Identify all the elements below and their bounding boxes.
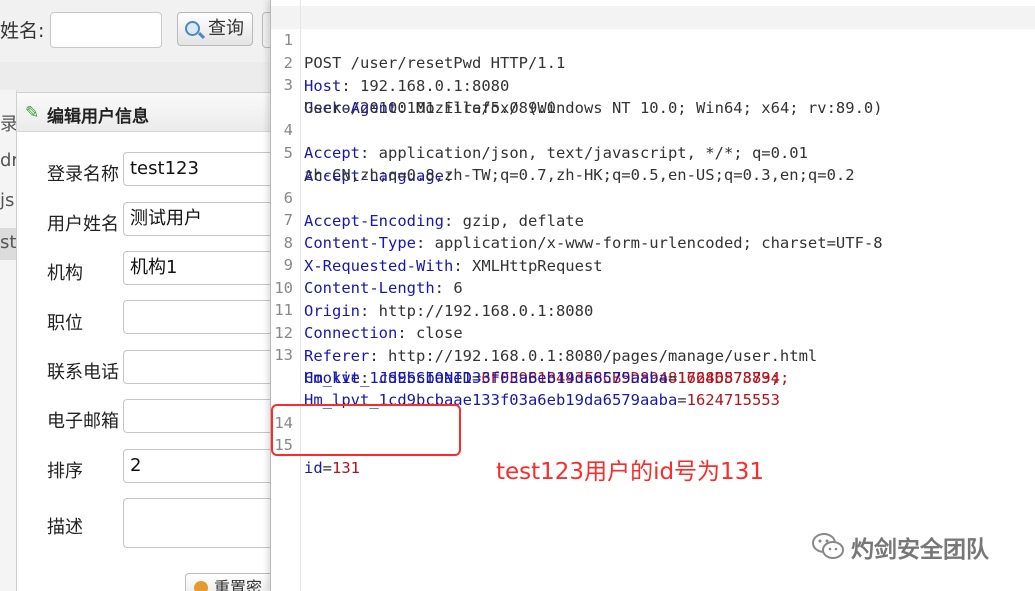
pencil-icon: ✎ — [25, 103, 40, 123]
body-param-name: id — [304, 459, 323, 477]
search-bar: 姓名: 查询 — [0, 0, 270, 62]
description-field[interactable] — [123, 498, 270, 548]
dialog-header: ✎ 编辑用户信息 — [17, 93, 270, 132]
header-value: application/x-www-form-urlencoded; chars… — [434, 234, 883, 252]
user-name-field[interactable]: 测试用户 — [123, 202, 270, 236]
user-grid-partial: 录 dr js st — [0, 90, 17, 591]
email-label: 电子邮箱 — [47, 411, 119, 432]
request-line-9: 9 Content-Length: 6 — [271, 231, 463, 297]
search-icon — [185, 21, 200, 36]
line-content: Connection: close — [304, 324, 463, 342]
grid-cell-fragment: js — [0, 190, 15, 211]
current-line-highlight — [271, 6, 1035, 29]
line-content: Content-Length: 6 — [304, 279, 463, 297]
request-line-1: 1 POST /user/resetPwd HTTP/1.1 — [271, 6, 566, 72]
request-line-8: 8 X-Requested-With: XMLHttpRequest — [271, 209, 603, 275]
header-key: Accept-Encoding — [304, 212, 444, 230]
grid-cell-fragment: dr — [0, 150, 16, 171]
grid-cell-fragment-selected[interactable]: st — [0, 228, 16, 260]
background-app: 姓名: 查询 录 dr js st ✎ 编辑用户信息 登录名称 test123 … — [0, 0, 270, 591]
cookie-value: 1624715553 — [686, 391, 780, 409]
grid-cell-fragment: 录 — [0, 114, 16, 135]
header-value: http://192.168.0.1:8080/pages/manage/use… — [388, 347, 818, 365]
name-label: 姓名: — [0, 20, 45, 42]
request-line-3-wrap: Gecko/20100101 Firefox/89.0 — [271, 74, 556, 117]
position-label: 职位 — [47, 313, 83, 334]
organization-field[interactable]: 机构1 — [123, 251, 270, 285]
header-key: Accept — [304, 144, 360, 162]
name-search-input[interactable] — [50, 12, 162, 48]
header-key: Content-Type — [304, 234, 416, 252]
header-key: Origin — [304, 302, 360, 320]
user-name-label: 用户姓名 — [47, 214, 119, 235]
line-content: id=131 — [304, 459, 361, 477]
request-line-13-wrap-b: Hm_lpvt_1cd9bcbaae133f03a6eb19da6579aaba… — [271, 366, 780, 409]
position-field[interactable] — [123, 300, 270, 334]
login-name-field[interactable]: test123 — [123, 152, 270, 186]
request-line-6: 6 Accept-Encoding: gzip, deflate — [271, 164, 584, 230]
request-line-13: 13 Cookie: JSESSIONID=6FFE9B1B443F8CB5D8… — [271, 321, 789, 387]
line-content: Hm_lvt_1cd9bcbaae133f03a6eb19da6579aaba=… — [304, 369, 780, 387]
header-key: Content-Length — [304, 279, 435, 297]
reset-icon — [194, 581, 208, 591]
request-line-7: 7 Content-Type: application/x-www-form-u… — [271, 186, 883, 252]
header-value: XMLHttpRequest — [471, 257, 603, 275]
toolbar-button-partial[interactable] — [262, 12, 270, 48]
request-line: POST /user/resetPwd HTTP/1.1 — [304, 54, 566, 72]
line-content: zh-CN,zh;q=0.8,zh-TW;q=0.7,zh-HK;q=0.5,e… — [304, 164, 855, 187]
request-line-11: 11 Connection: close — [271, 276, 462, 342]
request-line-13-wrap-a: Hm_lvt_1cd9bcbaae133f03a6eb19da6579aaba=… — [271, 344, 780, 387]
reset-button-label: 重置密 — [214, 578, 263, 591]
query-button[interactable]: 查询 — [177, 12, 253, 46]
header-key: Referer — [304, 347, 370, 365]
header-value: 6 — [453, 279, 463, 297]
line-content: Origin: http://192.168.0.1:8080 — [304, 302, 594, 320]
phone-field[interactable] — [123, 350, 270, 384]
header-key: Host — [304, 77, 342, 95]
line-content: Accept-Encoding: gzip, deflate — [304, 212, 584, 230]
header-key: Connection — [304, 324, 398, 342]
header-value-wrap: zh-CN,zh;q=0.8,zh-TW;q=0.7,zh-HK;q=0.5,e… — [304, 166, 855, 184]
line-content: Gecko/20100101 Firefox/89.0 — [304, 97, 556, 120]
header-key: X-Requested-With — [304, 257, 454, 275]
line-content: POST /user/resetPwd HTTP/1.1 — [304, 52, 565, 75]
annotation-text: test123用户的id号为131 — [496, 459, 764, 485]
cookie-name: Hm_lvt_1cd9bcbaae133f03a6eb19da6579aaba — [304, 369, 668, 387]
request-line-12: 12 Referer: http://192.168.0.1:8080/page… — [271, 299, 817, 365]
request-line-2: 2 Host: 192.168.0.1:8080 — [271, 29, 510, 95]
line-content: Accept: application/json, text/javascrip… — [304, 144, 808, 162]
header-value: application/json, text/javascript, */*; … — [378, 144, 808, 162]
header-value: gzip, deflate — [462, 212, 584, 230]
description-label: 描述 — [47, 517, 83, 538]
reset-password-button[interactable]: 重置密 — [185, 573, 270, 591]
request-line-5-wrap: zh-CN,zh;q=0.8,zh-TW;q=0.7,zh-HK;q=0.5,e… — [271, 141, 855, 184]
line-content: Content-Type: application/x-www-form-url… — [304, 234, 883, 252]
header-value: http://192.168.0.1:8080 — [378, 302, 594, 320]
watermark-text: 灼剑安全团队 — [851, 537, 989, 563]
query-button-label: 查询 — [208, 18, 244, 39]
sort-label: 排序 — [47, 461, 83, 482]
http-request-editor[interactable]: 1 POST /user/resetPwd HTTP/1.1 2 Host: 1… — [270, 0, 1035, 591]
header-value: 192.168.0.1:8080 — [360, 77, 510, 95]
edit-user-dialog: ✎ 编辑用户信息 登录名称 test123 用户姓名 测试用户 机构 机构1 职… — [16, 92, 270, 591]
request-line-3: 3 User-Agent: Mozilla/5.0 (Windows NT 10… — [271, 51, 883, 117]
header-value-wrap: Gecko/20100101 Firefox/89.0 — [304, 99, 556, 117]
request-line-10: 10 Origin: http://192.168.0.1:8080 — [271, 254, 593, 320]
line-content: X-Requested-With: XMLHttpRequest — [304, 257, 603, 275]
request-line-4: 4 Accept: application/json, text/javascr… — [271, 96, 808, 162]
body-param-value: 131 — [332, 459, 361, 477]
dialog-title: 编辑用户信息 — [47, 107, 149, 127]
header-value: close — [416, 324, 463, 342]
wechat-icon — [812, 533, 844, 559]
login-name-label: 登录名称 — [47, 164, 119, 185]
cookie-value: 1624687383; — [677, 369, 780, 387]
organization-label: 机构 — [47, 263, 83, 284]
sort-field[interactable]: 2 — [123, 449, 270, 483]
email-field[interactable] — [123, 399, 270, 433]
line-content: Referer: http://192.168.0.1:8080/pages/m… — [304, 347, 818, 365]
phone-label: 联系电话 — [47, 362, 119, 383]
id-highlight-box — [271, 404, 461, 456]
request-line-5: 5 Accept-Language: — [271, 119, 454, 185]
line-content: Host: 192.168.0.1:8080 — [304, 77, 510, 95]
